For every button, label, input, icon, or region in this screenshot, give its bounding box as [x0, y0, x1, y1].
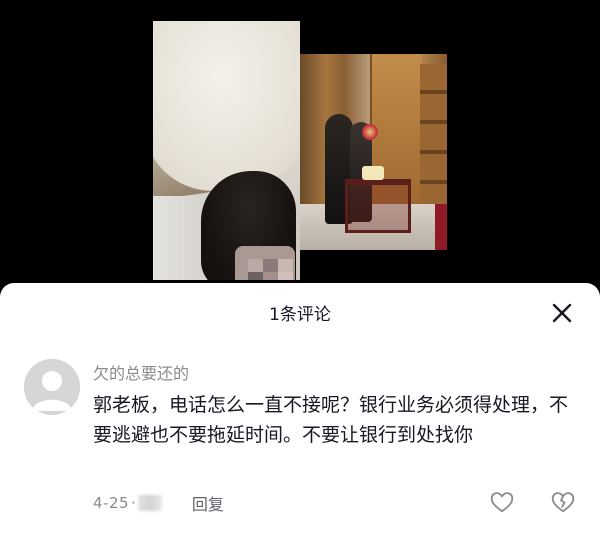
video-frame-right	[300, 54, 447, 250]
comment-sheet: 1条评论 欠的总要还的 郭老板，电话怎么一直不接呢？银行业务必须得处理，不要逃避…	[0, 283, 600, 550]
cake	[362, 166, 384, 180]
close-icon[interactable]	[549, 300, 575, 326]
comment-count-title: 1条评论	[269, 305, 331, 325]
reply-button[interactable]: 回复	[192, 491, 224, 515]
white-hat	[153, 21, 300, 191]
heart-icon[interactable]	[489, 489, 515, 515]
side-table	[345, 179, 411, 233]
blurred-location	[137, 495, 162, 511]
video-background[interactable]	[0, 0, 600, 290]
default-avatar-icon	[24, 359, 80, 415]
sheet-header: 1条评论	[0, 283, 600, 341]
flowers	[362, 124, 378, 140]
meta-separator: ·	[131, 494, 136, 512]
comment-username[interactable]: 欠的总要还的	[93, 360, 189, 384]
comment-text: 郭老板，电话怎么一直不接呢？银行业务必须得处理，不要逃避也不要拖延时间。不要让银…	[93, 394, 569, 446]
broken-heart-icon[interactable]	[550, 489, 576, 515]
mosaic-blur	[248, 259, 293, 280]
wooden-shelf	[420, 64, 447, 204]
comment-date: 4-25	[93, 494, 130, 512]
avatar[interactable]	[24, 359, 80, 415]
red-bag	[435, 204, 447, 250]
comment-meta: 4-25 · 回复	[93, 492, 224, 514]
video-frame-left	[153, 21, 300, 280]
